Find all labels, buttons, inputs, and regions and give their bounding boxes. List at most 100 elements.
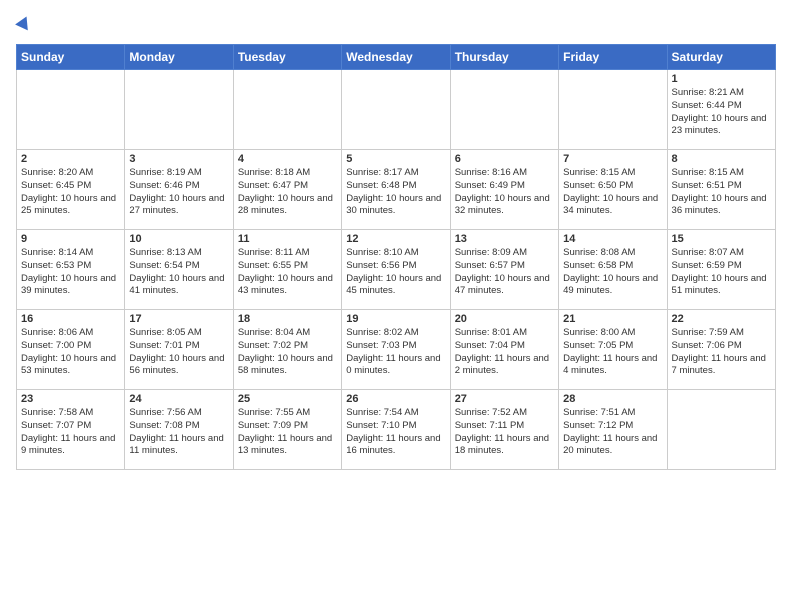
- weekday-friday: Friday: [559, 45, 667, 70]
- day-number: 5: [346, 153, 445, 165]
- calendar-cell: 13 Sunrise: 8:09 AM Sunset: 6:57 PM Dayli…: [450, 230, 558, 310]
- day-number: 10: [129, 233, 228, 245]
- week-row-4: 23 Sunrise: 7:58 AM Sunset: 7:07 PM Dayli…: [17, 390, 776, 470]
- calendar-cell: [125, 70, 233, 150]
- calendar-cell: [667, 390, 775, 470]
- day-number: 6: [455, 153, 554, 165]
- calendar-cell: [342, 70, 450, 150]
- calendar-cell: 5 Sunrise: 8:17 AM Sunset: 6:48 PM Daylig…: [342, 150, 450, 230]
- calendar-cell: 10 Sunrise: 8:13 AM Sunset: 6:54 PM Dayli…: [125, 230, 233, 310]
- week-row-3: 16 Sunrise: 8:06 AM Sunset: 7:00 PM Dayli…: [17, 310, 776, 390]
- day-info: Sunrise: 8:21 AM Sunset: 6:44 PM Dayligh…: [672, 87, 771, 138]
- day-info: Sunrise: 7:59 AM Sunset: 7:06 PM Dayligh…: [672, 327, 771, 378]
- day-info: Sunrise: 8:01 AM Sunset: 7:04 PM Dayligh…: [455, 327, 554, 378]
- weekday-sunday: Sunday: [17, 45, 125, 70]
- calendar-cell: 14 Sunrise: 8:08 AM Sunset: 6:58 PM Dayli…: [559, 230, 667, 310]
- day-number: 23: [21, 393, 120, 405]
- day-number: 9: [21, 233, 120, 245]
- day-info: Sunrise: 7:58 AM Sunset: 7:07 PM Dayligh…: [21, 407, 120, 458]
- calendar-cell: 25Sunrise: 7:55 AM Sunset: 7:09 PM Dayli…: [233, 390, 341, 470]
- day-number: 28: [563, 393, 662, 405]
- day-number: 3: [129, 153, 228, 165]
- calendar-cell: 19 Sunrise: 8:02 AM Sunset: 7:03 PM Dayli…: [342, 310, 450, 390]
- calendar-cell: 3 Sunrise: 8:19 AM Sunset: 6:46 PM Daylig…: [125, 150, 233, 230]
- calendar-cell: 20 Sunrise: 8:01 AM Sunset: 7:04 PM Dayli…: [450, 310, 558, 390]
- day-number: 1: [672, 73, 771, 85]
- day-info: Sunrise: 8:08 AM Sunset: 6:58 PM Dayligh…: [563, 247, 662, 298]
- day-number: 14: [563, 233, 662, 245]
- day-number: 22: [672, 313, 771, 325]
- day-info: Sunrise: 8:09 AM Sunset: 6:57 PM Dayligh…: [455, 247, 554, 298]
- calendar-cell: [559, 70, 667, 150]
- calendar-cell: 15 Sunrise: 8:07 AM Sunset: 6:59 PM Dayli…: [667, 230, 775, 310]
- weekday-saturday: Saturday: [667, 45, 775, 70]
- day-info: Sunrise: 7:51 AM Sunset: 7:12 PM Dayligh…: [563, 407, 662, 458]
- calendar-cell: [17, 70, 125, 150]
- day-number: 4: [238, 153, 337, 165]
- day-number: 16: [21, 313, 120, 325]
- day-number: 2: [21, 153, 120, 165]
- day-number: 26: [346, 393, 445, 405]
- weekday-header-row: SundayMondayTuesdayWednesdayThursdayFrid…: [17, 45, 776, 70]
- day-info: Sunrise: 7:52 AM Sunset: 7:11 PM Dayligh…: [455, 407, 554, 458]
- day-info: Sunrise: 8:05 AM Sunset: 7:01 PM Dayligh…: [129, 327, 228, 378]
- calendar-cell: [450, 70, 558, 150]
- day-info: Sunrise: 8:11 AM Sunset: 6:55 PM Dayligh…: [238, 247, 337, 298]
- calendar-cell: 17 Sunrise: 8:05 AM Sunset: 7:01 PM Dayli…: [125, 310, 233, 390]
- calendar-cell: 23 Sunrise: 7:58 AM Sunset: 7:07 PM Dayli…: [17, 390, 125, 470]
- day-info: Sunrise: 8:19 AM Sunset: 6:46 PM Dayligh…: [129, 167, 228, 218]
- calendar-cell: 7 Sunrise: 8:15 AM Sunset: 6:50 PM Daylig…: [559, 150, 667, 230]
- day-info: Sunrise: 8:15 AM Sunset: 6:50 PM Dayligh…: [563, 167, 662, 218]
- week-row-1: 2 Sunrise: 8:20 AM Sunset: 6:45 PM Daylig…: [17, 150, 776, 230]
- calendar-cell: 18Sunrise: 8:04 AM Sunset: 7:02 PM Dayli…: [233, 310, 341, 390]
- day-number: 19: [346, 313, 445, 325]
- day-info: Sunrise: 8:10 AM Sunset: 6:56 PM Dayligh…: [346, 247, 445, 298]
- calendar-cell: 6 Sunrise: 8:16 AM Sunset: 6:49 PM Daylig…: [450, 150, 558, 230]
- calendar-cell: 27 Sunrise: 7:52 AM Sunset: 7:11 PM Dayli…: [450, 390, 558, 470]
- calendar-table: SundayMondayTuesdayWednesdayThursdayFrid…: [16, 44, 776, 470]
- weekday-wednesday: Wednesday: [342, 45, 450, 70]
- day-number: 11: [238, 233, 337, 245]
- calendar-cell: 24Sunrise: 7:56 AM Sunset: 7:08 PM Dayli…: [125, 390, 233, 470]
- day-info: Sunrise: 8:17 AM Sunset: 6:48 PM Dayligh…: [346, 167, 445, 218]
- day-info: Sunrise: 7:56 AM Sunset: 7:08 PM Dayligh…: [129, 407, 228, 458]
- page-container: SundayMondayTuesdayWednesdayThursdayFrid…: [0, 0, 792, 478]
- week-row-0: 1 Sunrise: 8:21 AM Sunset: 6:44 PM Daylig…: [17, 70, 776, 150]
- day-number: 8: [672, 153, 771, 165]
- calendar-cell: 11 Sunrise: 8:11 AM Sunset: 6:55 PM Dayli…: [233, 230, 341, 310]
- day-number: 18: [238, 313, 337, 325]
- day-info: Sunrise: 8:16 AM Sunset: 6:49 PM Dayligh…: [455, 167, 554, 218]
- calendar-cell: 21 Sunrise: 8:00 AM Sunset: 7:05 PM Dayli…: [559, 310, 667, 390]
- day-info: Sunrise: 8:15 AM Sunset: 6:51 PM Dayligh…: [672, 167, 771, 218]
- week-row-2: 9 Sunrise: 8:14 AM Sunset: 6:53 PM Daylig…: [17, 230, 776, 310]
- day-info: Sunrise: 8:18 AM Sunset: 6:47 PM Dayligh…: [238, 167, 337, 218]
- calendar-cell: 2 Sunrise: 8:20 AM Sunset: 6:45 PM Daylig…: [17, 150, 125, 230]
- day-number: 17: [129, 313, 228, 325]
- day-info: Sunrise: 8:13 AM Sunset: 6:54 PM Dayligh…: [129, 247, 228, 298]
- day-info: Sunrise: 8:00 AM Sunset: 7:05 PM Dayligh…: [563, 327, 662, 378]
- calendar-cell: [233, 70, 341, 150]
- logo: [16, 16, 31, 36]
- header: [16, 16, 776, 36]
- weekday-thursday: Thursday: [450, 45, 558, 70]
- day-number: 12: [346, 233, 445, 245]
- day-number: 20: [455, 313, 554, 325]
- calendar-cell: 8 Sunrise: 8:15 AM Sunset: 6:51 PM Daylig…: [667, 150, 775, 230]
- day-info: Sunrise: 8:06 AM Sunset: 7:00 PM Dayligh…: [21, 327, 120, 378]
- day-number: 21: [563, 313, 662, 325]
- day-number: 7: [563, 153, 662, 165]
- day-info: Sunrise: 8:07 AM Sunset: 6:59 PM Dayligh…: [672, 247, 771, 298]
- day-info: Sunrise: 8:20 AM Sunset: 6:45 PM Dayligh…: [21, 167, 120, 218]
- calendar-cell: 9 Sunrise: 8:14 AM Sunset: 6:53 PM Daylig…: [17, 230, 125, 310]
- day-info: Sunrise: 8:02 AM Sunset: 7:03 PM Dayligh…: [346, 327, 445, 378]
- day-number: 15: [672, 233, 771, 245]
- calendar-cell: 1 Sunrise: 8:21 AM Sunset: 6:44 PM Daylig…: [667, 70, 775, 150]
- logo-triangle-icon: [15, 14, 33, 31]
- day-info: Sunrise: 8:14 AM Sunset: 6:53 PM Dayligh…: [21, 247, 120, 298]
- calendar-cell: 22 Sunrise: 7:59 AM Sunset: 7:06 PM Dayli…: [667, 310, 775, 390]
- calendar-cell: 26Sunrise: 7:54 AM Sunset: 7:10 PM Dayli…: [342, 390, 450, 470]
- day-number: 25: [238, 393, 337, 405]
- day-number: 27: [455, 393, 554, 405]
- calendar-cell: 12 Sunrise: 8:10 AM Sunset: 6:56 PM Dayli…: [342, 230, 450, 310]
- day-number: 13: [455, 233, 554, 245]
